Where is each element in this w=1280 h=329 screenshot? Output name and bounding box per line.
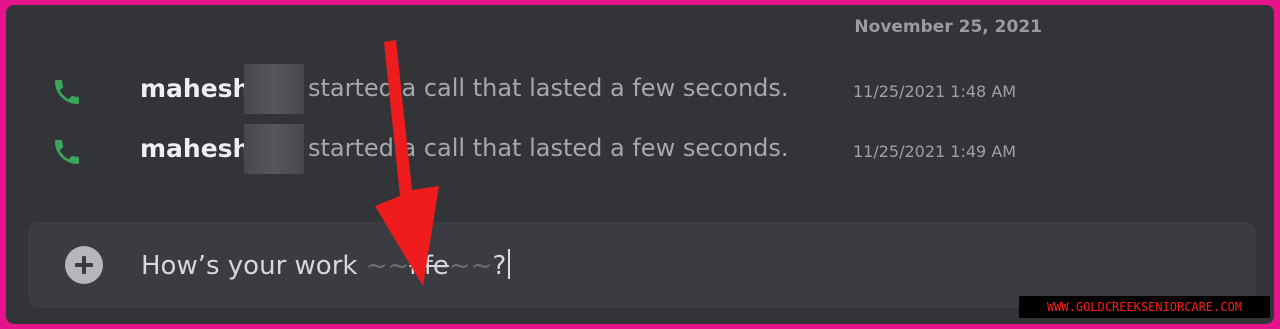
phone-icon	[55, 140, 79, 164]
plus-circle-icon[interactable]	[64, 245, 104, 285]
system-message: mahesh started a call that lasted a few …	[6, 64, 1274, 114]
message-author[interactable]: mahesh	[140, 74, 250, 103]
message-timestamp: 11/25/2021 1:48 AM	[853, 82, 1017, 101]
redacted-name-blur	[244, 124, 304, 174]
input-text-before: How’s your work	[141, 251, 366, 281]
message-author[interactable]: mahesh	[140, 134, 250, 163]
watermark: WWW.GOLDCREEKSENIORCARE.COM	[1019, 296, 1270, 318]
chat-window: November 25, 2021 mahesh started a call …	[6, 5, 1274, 324]
date-divider: November 25, 2021	[854, 17, 1042, 37]
phone-icon	[55, 80, 79, 104]
redacted-name-blur	[244, 64, 304, 114]
input-text-after: ?	[492, 251, 507, 281]
red-arrow-annotation	[375, 40, 439, 286]
system-message: mahesh started a call that lasted a few …	[6, 124, 1274, 174]
text-caret	[508, 249, 511, 279]
message-timestamp: 11/25/2021 1:49 AM	[853, 142, 1017, 161]
